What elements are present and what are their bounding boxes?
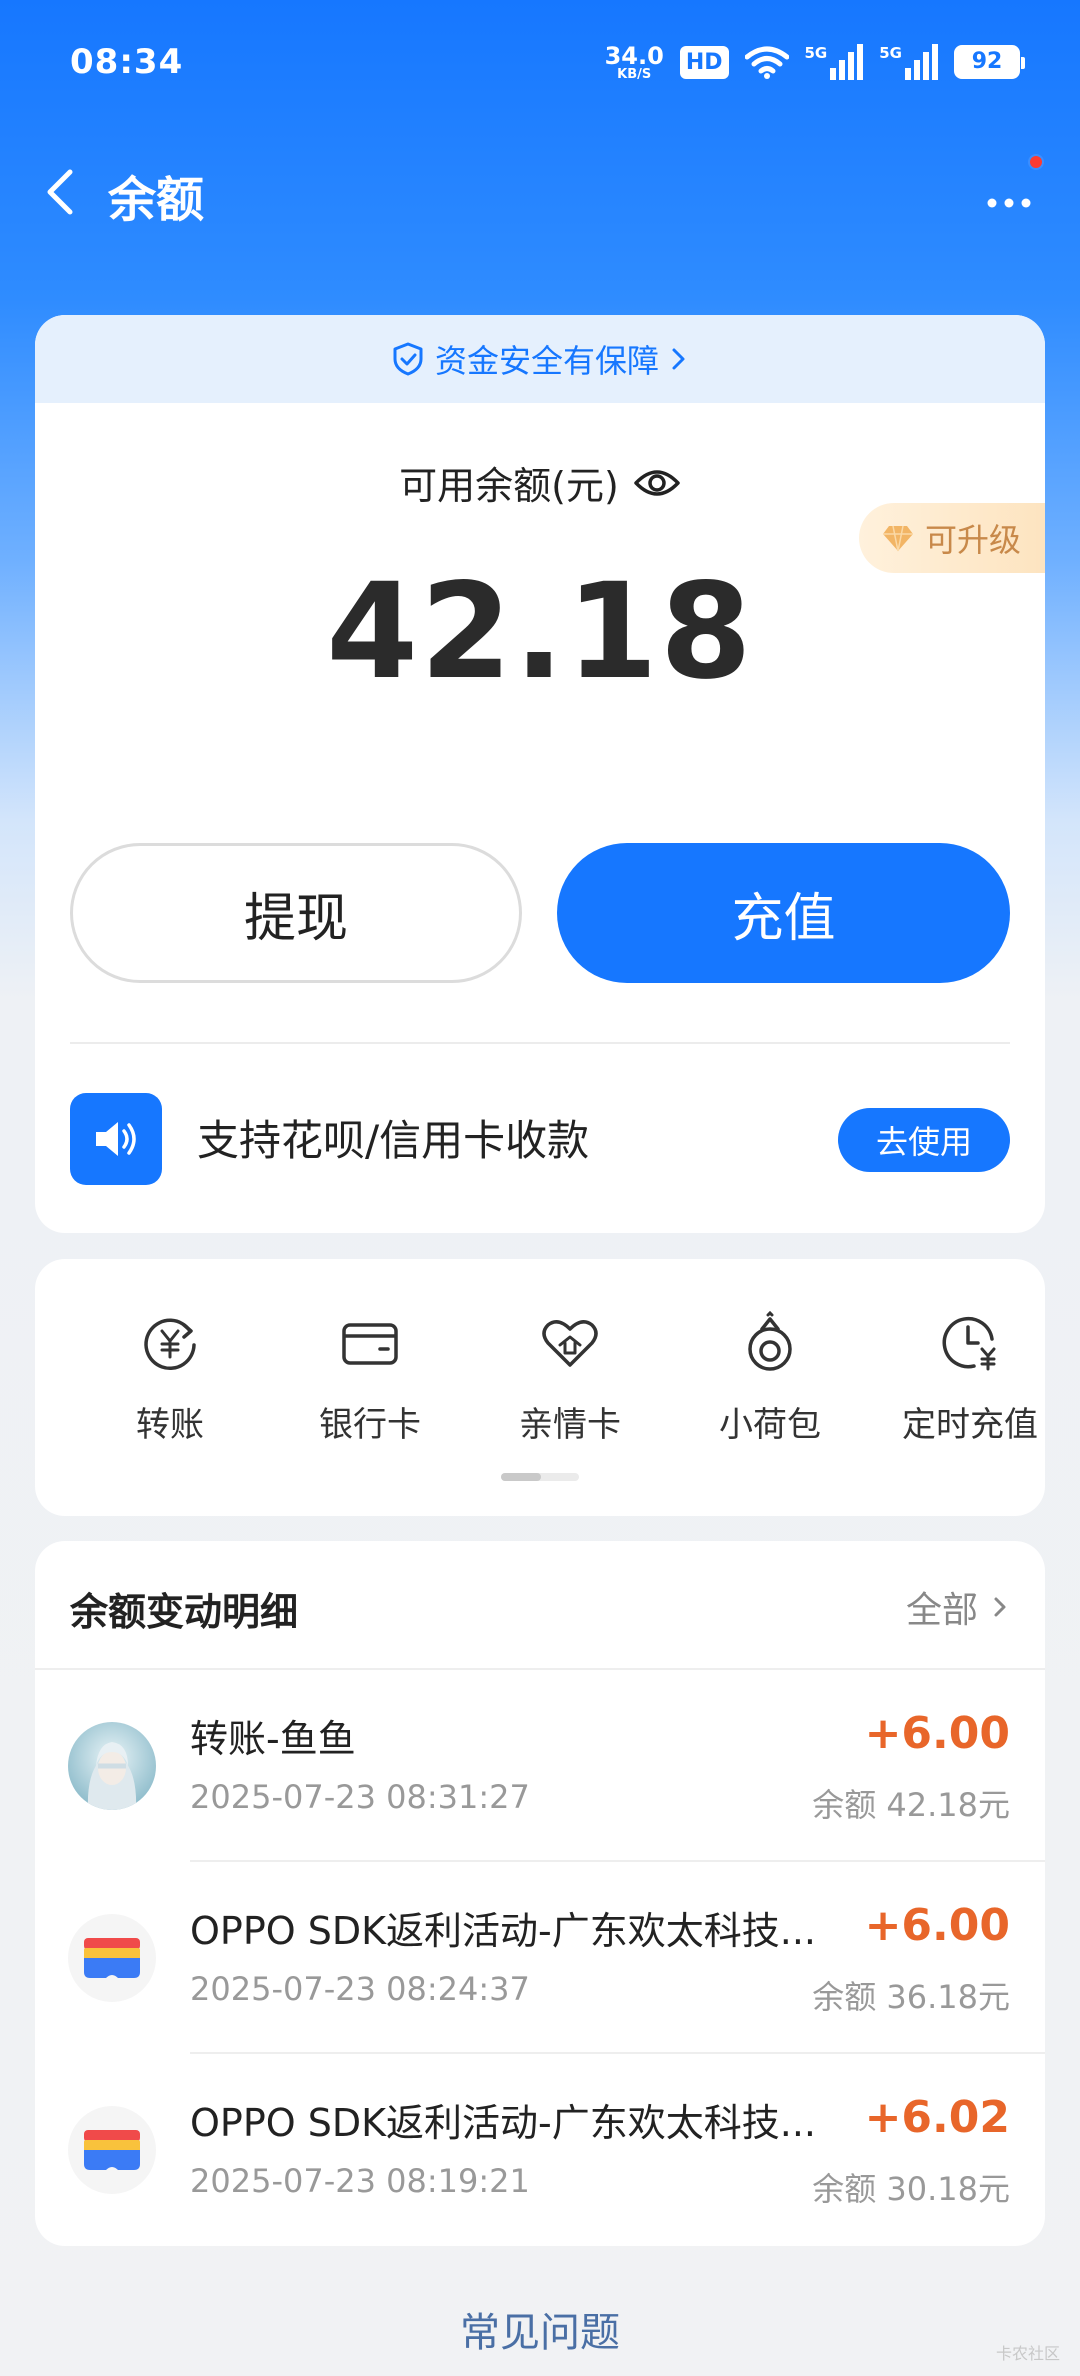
- record-row[interactable]: 转账-鱼鱼 2025-07-23 08:31:27 +6.00 余额 42.18…: [35, 1670, 1045, 1862]
- record-title: OPPO SDK返利活动-广东欢太科技...: [190, 1909, 816, 1953]
- tool-transfer[interactable]: 转账: [90, 1311, 250, 1446]
- tools-card: 转账 银行卡 亲情卡 小荷包 定时充值: [35, 1259, 1045, 1516]
- wallet-logo-icon: [68, 1914, 156, 2002]
- network-speed: 34.0 KB/S: [605, 44, 664, 81]
- balance-label-row: 可用余额(元): [35, 455, 1045, 510]
- wifi-icon: [744, 46, 789, 79]
- signal-5g-icon: 5G: [805, 44, 864, 80]
- app-header: 余额: [0, 140, 1080, 240]
- tool-label: 小荷包: [719, 1405, 821, 1445]
- records-all-label: 全部: [905, 1590, 978, 1631]
- record-amount: +6.00: [864, 1708, 1010, 1759]
- small-pouch-icon: [748, 1310, 792, 1371]
- signal-5g-label: 5G: [879, 44, 902, 62]
- status-bar: 08:34 34.0 KB/S HD 5G 5G 92: [0, 0, 1080, 130]
- diamond-icon: [882, 525, 913, 552]
- divider: [70, 1042, 1010, 1044]
- eye-icon[interactable]: [633, 463, 681, 503]
- tool-family-card[interactable]: 亲情卡: [490, 1311, 650, 1446]
- wallet-logo-icon: [68, 2106, 156, 2194]
- tool-bank-card[interactable]: 银行卡: [290, 1311, 450, 1446]
- notification-dot: [1028, 154, 1044, 170]
- speaker-icon: [70, 1093, 162, 1185]
- tool-label: 银行卡: [319, 1405, 421, 1445]
- chevron-right-icon: [672, 348, 685, 370]
- promo-use-button[interactable]: 去使用: [838, 1108, 1010, 1172]
- record-title: OPPO SDK返利活动-广东欢太科技...: [190, 2101, 816, 2145]
- bank-card-icon: [342, 1323, 398, 1365]
- battery-icon: 92: [954, 45, 1025, 79]
- status-icons: 34.0 KB/S HD 5G 5G 92: [605, 40, 1025, 84]
- record-time: 2025-07-23 08:31:27: [190, 1778, 530, 1816]
- tool-label: 转账: [136, 1405, 204, 1445]
- transfer-yuan-icon: [144, 1318, 196, 1371]
- faq-link[interactable]: 常见问题: [0, 2300, 1080, 2358]
- record-row[interactable]: OPPO SDK返利活动-广东欢太科技... 2025-07-23 08:24:…: [35, 1862, 1045, 2054]
- tool-small-pouch[interactable]: 小荷包: [690, 1310, 850, 1446]
- record-balance: 余额 36.18元: [812, 1978, 1010, 2016]
- balance-amount: 42.18: [326, 555, 754, 709]
- back-button[interactable]: [32, 162, 92, 222]
- recharge-button[interactable]: 充值: [557, 843, 1010, 983]
- chevron-left-icon: [47, 169, 73, 215]
- signal-5g-icon: 5G: [879, 44, 938, 80]
- records-card: 余额变动明细 全部 转账-鱼鱼 2025-07-23 08:31:27 +6.0…: [35, 1541, 1045, 2246]
- tool-label: 定时充值: [902, 1405, 1038, 1445]
- tool-label: 亲情卡: [519, 1405, 621, 1445]
- signal-5g-label: 5G: [804, 44, 828, 62]
- withdraw-button[interactable]: 提现: [70, 843, 522, 983]
- fund-safety-text: 资金安全有保障: [434, 342, 659, 380]
- record-time: 2025-07-23 08:19:21: [190, 2162, 530, 2200]
- network-speed-unit: KB/S: [617, 66, 652, 82]
- status-time: 08:34: [70, 42, 184, 82]
- network-speed-value: 34.0: [604, 41, 664, 70]
- chevron-right-icon: [994, 1597, 1006, 1617]
- page-title: 余额: [108, 172, 205, 228]
- records-heading: 余额变动明细: [70, 1590, 299, 1634]
- balance-label: 可用余额(元): [399, 464, 619, 508]
- record-row[interactable]: OPPO SDK返利活动-广东欢太科技... 2025-07-23 08:19:…: [35, 2054, 1045, 2246]
- more-button[interactable]: [974, 170, 1044, 220]
- records-all-link[interactable]: 全部: [906, 1581, 1010, 1633]
- watermark: 卡农社区: [995, 2344, 1060, 2363]
- more-horizontal-icon: [987, 198, 1031, 208]
- record-amount: +6.02: [864, 2092, 1010, 2143]
- balance-card: 资金安全有保障 可用余额(元) 可升级 42.18 提现 充值 支持花呗/信用卡…: [35, 315, 1045, 1233]
- family-card-icon: [542, 1320, 598, 1367]
- record-time: 2025-07-23 08:24:37: [190, 1970, 530, 2008]
- promo-text: 支持花呗/信用卡收款: [197, 1116, 590, 1165]
- record-amount: +6.00: [864, 1900, 1010, 1951]
- shield-check-icon: [393, 342, 423, 376]
- scroll-indicator: [501, 1473, 579, 1481]
- record-balance: 余额 42.18元: [812, 1786, 1010, 1824]
- tool-scheduled-recharge[interactable]: 定时充值: [890, 1311, 1045, 1446]
- record-balance: 余额 30.18元: [812, 2170, 1010, 2208]
- hd-icon: HD: [679, 45, 729, 79]
- record-title: 转账-鱼鱼: [190, 1717, 356, 1761]
- fund-safety-link[interactable]: 资金安全有保障: [35, 315, 1045, 403]
- user-avatar: [68, 1722, 156, 1810]
- scheduled-recharge-icon: [942, 1317, 996, 1371]
